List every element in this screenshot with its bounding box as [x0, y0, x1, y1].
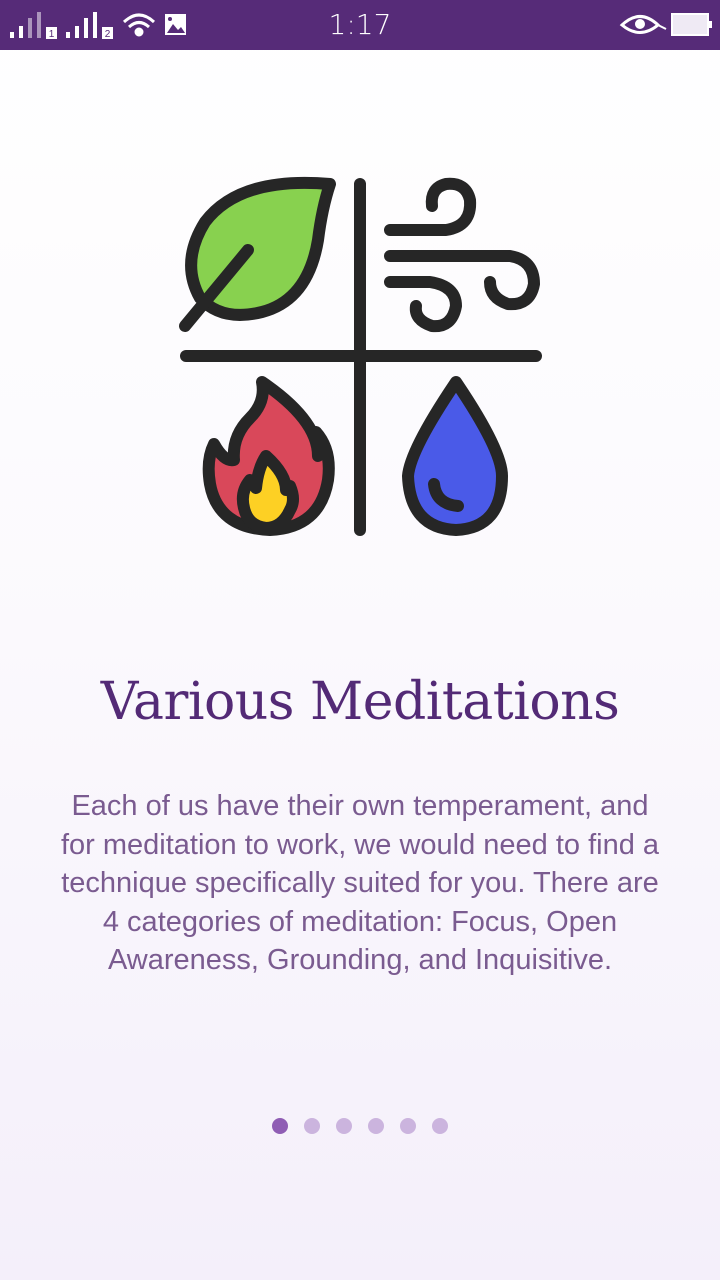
page-description: Each of us have their own temperament, a…	[60, 790, 660, 976]
page-dot-6[interactable]	[432, 1118, 448, 1134]
status-bar: 1 2 1:17	[0, 0, 720, 50]
meditation-elements-illustration	[179, 176, 542, 536]
page-dot-4[interactable]	[368, 1118, 384, 1134]
page-indicator	[0, 1118, 720, 1134]
page-dot-5[interactable]	[400, 1118, 416, 1134]
page-dot-3[interactable]	[336, 1118, 352, 1134]
page-dot-1[interactable]	[272, 1118, 288, 1134]
page-dot-2[interactable]	[304, 1118, 320, 1134]
fire-icon	[202, 376, 335, 536]
page-title: Various Meditations	[100, 672, 620, 732]
water-drop-icon	[402, 376, 508, 536]
leaf-icon	[179, 176, 336, 332]
wind-icon	[384, 177, 540, 333]
eye-icon	[619, 15, 667, 34]
status-icons-right	[619, 13, 712, 36]
battery-icon	[671, 13, 712, 36]
